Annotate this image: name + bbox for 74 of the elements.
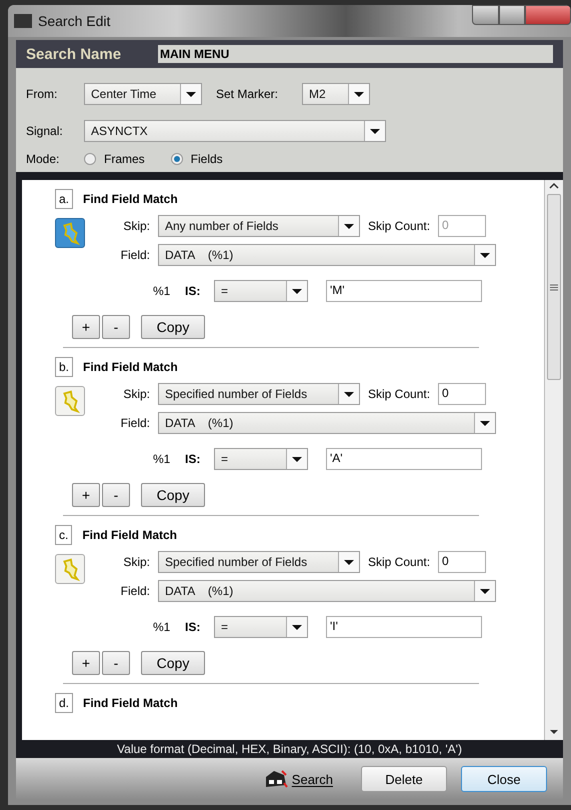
set-marker-label: Set Marker: — [216, 87, 278, 101]
field-label: Field: — [120, 416, 150, 430]
map-pin-icon[interactable] — [55, 386, 85, 416]
minimize-button[interactable] — [472, 5, 499, 25]
step-letter: b. — [55, 357, 74, 377]
signal-label: Signal: — [26, 124, 64, 138]
variable-label: %1 — [153, 452, 172, 466]
map-pin-icon[interactable] — [55, 554, 85, 584]
step-title: Find Field Match — [82, 528, 178, 542]
remove-button[interactable]: - — [102, 483, 130, 507]
skip-count-label: Skip Count: — [368, 219, 430, 233]
close-button[interactable]: Close — [461, 766, 547, 792]
value-field[interactable]: 'M' — [326, 280, 482, 302]
app-logo-icon — [14, 14, 32, 28]
step-letter: c. — [55, 525, 72, 545]
step-title: Find Field Match — [83, 696, 178, 710]
signal-dropdown[interactable]: ASYNCTX — [84, 120, 386, 142]
skip-count-field[interactable]: 0 — [438, 551, 486, 573]
add-button[interactable]: + — [72, 483, 100, 507]
value-field[interactable]: 'I' — [326, 616, 482, 638]
map-pin-icon[interactable] — [55, 218, 85, 248]
step-letter: a. — [55, 189, 74, 209]
is-label: IS: — [185, 620, 202, 634]
remove-button[interactable]: - — [102, 315, 130, 339]
field-dropdown[interactable]: DATA (%1) — [158, 412, 496, 434]
window-title: Search Edit — [38, 13, 110, 29]
field-label: Field: — [120, 584, 150, 598]
maximize-button[interactable] — [499, 5, 525, 25]
skip-count-label: Skip Count: — [368, 555, 430, 569]
operator-dropdown[interactable]: = — [214, 448, 308, 470]
skip-count-label: Skip Count: — [368, 387, 430, 401]
marker-dropdown[interactable]: M2 — [302, 83, 370, 105]
radio-button[interactable] — [84, 153, 96, 165]
status-bar: Value format (Decimal, HEX, Binary, ASCII): (10, 0xA, b1010, 'A') — [16, 740, 563, 758]
search-button[interactable]: Search — [258, 768, 339, 790]
delete-button[interactable]: Delete — [361, 766, 447, 792]
scrollbar-thumb[interactable] — [547, 194, 561, 380]
search-name-field[interactable]: MAIN MENU — [158, 45, 553, 63]
step-letter: d. — [55, 693, 74, 713]
skip-dropdown[interactable]: Specified number of Fields — [158, 551, 360, 573]
remove-button[interactable]: - — [102, 651, 130, 675]
mode-label: Mode: — [26, 152, 60, 166]
skip-dropdown[interactable]: Specified number of Fields — [158, 383, 360, 405]
copy-button[interactable]: Copy — [141, 651, 205, 675]
field-label: Field: — [120, 248, 150, 262]
skip-label: Skip: — [122, 219, 150, 233]
radio-label: Fields — [190, 152, 223, 166]
skip-count-field[interactable]: 0 — [438, 383, 486, 405]
radio-label: Frames — [104, 152, 145, 166]
operator-dropdown[interactable]: = — [214, 616, 308, 638]
operator-dropdown[interactable]: = — [214, 280, 308, 302]
scroll-down-icon[interactable] — [549, 728, 559, 736]
step-title: Find Field Match — [83, 360, 178, 374]
add-button[interactable]: + — [72, 315, 100, 339]
field-dropdown[interactable]: DATA (%1) — [158, 244, 496, 266]
copy-button[interactable]: Copy — [141, 483, 205, 507]
search-name-label: Search Name — [26, 46, 122, 62]
skip-label: Skip: — [122, 387, 150, 401]
add-button[interactable]: + — [72, 651, 100, 675]
skip-label: Skip: — [122, 555, 150, 569]
is-label: IS: — [185, 452, 202, 466]
from-dropdown[interactable]: Center Time — [84, 83, 202, 105]
value-field[interactable]: 'A' — [326, 448, 482, 470]
skip-dropdown[interactable]: Any number of Fields — [158, 215, 360, 237]
step-title: Find Field Match — [83, 192, 178, 206]
scroll-up-icon[interactable] — [549, 182, 559, 190]
variable-label: %1 — [153, 284, 172, 298]
close-window-button[interactable] — [525, 5, 571, 25]
from-label: From: — [26, 87, 58, 101]
copy-button[interactable]: Copy — [141, 315, 205, 339]
field-dropdown[interactable]: DATA (%1) — [158, 580, 496, 602]
radio-button[interactable] — [170, 153, 183, 165]
is-label: IS: — [185, 284, 202, 298]
variable-label: %1 — [153, 620, 172, 634]
